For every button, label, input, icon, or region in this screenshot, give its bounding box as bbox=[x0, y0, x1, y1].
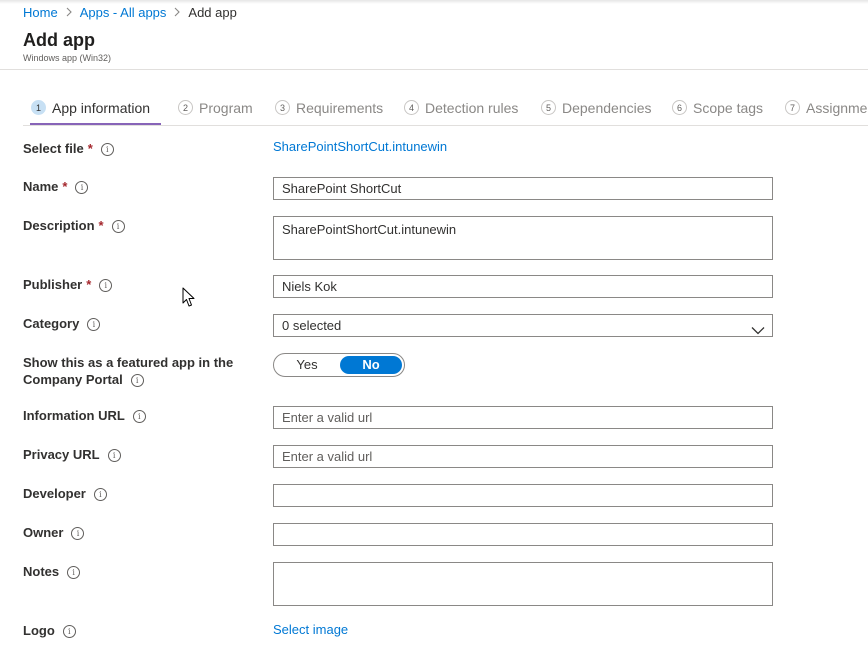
info-icon[interactable]: i bbox=[107, 449, 121, 462]
owner-label: Owner i bbox=[23, 524, 85, 541]
step-number: 6 bbox=[672, 100, 687, 115]
publisher-input[interactable]: Niels Kok bbox=[273, 275, 773, 298]
tab-requirements[interactable]: 3 Requirements bbox=[275, 96, 383, 123]
privacy-url-input[interactable]: Enter a valid url bbox=[273, 445, 773, 468]
name-input[interactable]: SharePoint ShortCut bbox=[273, 177, 773, 200]
required-marker: * bbox=[98, 218, 104, 233]
category-dropdown[interactable]: 0 selected bbox=[273, 314, 773, 337]
category-label: Category i bbox=[23, 315, 101, 332]
toggle-no-option[interactable]: No bbox=[340, 356, 402, 374]
header-divider bbox=[0, 69, 868, 70]
developer-label: Developer i bbox=[23, 485, 107, 502]
info-icon[interactable]: i bbox=[62, 625, 76, 638]
tab-detection-rules[interactable]: 4 Detection rules bbox=[404, 96, 518, 123]
step-number: 4 bbox=[404, 100, 419, 115]
step-number: 1 bbox=[31, 100, 46, 115]
featured-label: Show this as a featured app in the Compa… bbox=[23, 355, 234, 387]
step-number: 2 bbox=[178, 100, 193, 115]
info-icon[interactable]: i bbox=[130, 374, 144, 387]
tab-label: Detection rules bbox=[425, 100, 519, 116]
tab-assignments[interactable]: 7 Assignments bbox=[785, 96, 868, 123]
info-icon[interactable]: i bbox=[67, 566, 81, 579]
tab-dependencies[interactable]: 5 Dependencies bbox=[541, 96, 652, 123]
breadcrumb: Home Apps - All apps Add app bbox=[23, 4, 237, 20]
description-label: Description * i bbox=[23, 217, 125, 234]
notes-input[interactable] bbox=[273, 562, 773, 606]
required-marker: * bbox=[87, 141, 93, 156]
tab-label: App information bbox=[52, 100, 151, 116]
chevron-right-icon bbox=[174, 7, 181, 17]
step-number: 5 bbox=[541, 100, 556, 115]
toggle-yes-option[interactable]: Yes bbox=[276, 356, 338, 374]
chevron-right-icon bbox=[66, 7, 72, 17]
info-icon[interactable]: i bbox=[87, 318, 101, 331]
developer-input[interactable] bbox=[273, 484, 773, 507]
page-subtitle: Windows app (Win32) bbox=[23, 53, 112, 63]
info-icon[interactable]: i bbox=[75, 181, 89, 194]
page-title: Add app bbox=[23, 30, 95, 50]
info-icon[interactable]: i bbox=[93, 488, 107, 501]
tab-label: Program bbox=[199, 100, 253, 116]
breadcrumb-home[interactable]: Home bbox=[23, 5, 58, 20]
information-url-label: Information URL i bbox=[23, 407, 146, 424]
tab-scope-tags[interactable]: 6 Scope tags bbox=[672, 96, 763, 123]
step-number: 7 bbox=[785, 100, 800, 115]
select-file-label: Select file * i bbox=[23, 140, 114, 157]
description-input[interactable]: SharePointShortCut.intunewin bbox=[273, 216, 773, 260]
publisher-label: Publisher * i bbox=[23, 276, 113, 293]
info-icon[interactable]: i bbox=[71, 527, 85, 540]
tab-label: Requirements bbox=[296, 100, 384, 116]
tab-label: Dependencies bbox=[562, 100, 652, 116]
selected-file-link[interactable]: SharePointShortCut.intunewin bbox=[273, 139, 447, 154]
chevron-down-icon bbox=[751, 320, 765, 341]
owner-input[interactable] bbox=[273, 523, 773, 546]
select-image-link[interactable]: Select image bbox=[273, 622, 348, 637]
notes-label: Notes i bbox=[23, 563, 81, 580]
required-marker: * bbox=[86, 277, 92, 292]
info-icon[interactable]: i bbox=[99, 279, 113, 292]
tab-program[interactable]: 2 Program bbox=[178, 96, 253, 123]
tab-app-information[interactable]: 1 App information bbox=[29, 96, 162, 125]
information-url-input[interactable]: Enter a valid url bbox=[273, 406, 773, 429]
category-value: 0 selected bbox=[282, 318, 342, 333]
logo-label: Logo i bbox=[23, 622, 76, 639]
tab-label: Assignments bbox=[806, 100, 868, 116]
name-label: Name * i bbox=[23, 178, 89, 195]
breadcrumb-apps[interactable]: Apps - All apps bbox=[80, 5, 167, 20]
featured-toggle[interactable]: Yes No bbox=[273, 353, 405, 377]
info-icon[interactable]: i bbox=[111, 220, 125, 233]
privacy-url-label: Privacy URL i bbox=[23, 446, 121, 463]
info-icon[interactable]: i bbox=[132, 410, 146, 423]
wizard-tabs: 1 App information 2 Program 3 Requiremen… bbox=[23, 96, 868, 126]
required-marker: * bbox=[62, 179, 68, 194]
step-number: 3 bbox=[275, 100, 290, 115]
breadcrumb-current: Add app bbox=[188, 4, 237, 20]
info-icon[interactable]: i bbox=[100, 143, 114, 156]
tab-label: Scope tags bbox=[693, 100, 764, 116]
mouse-cursor-icon bbox=[182, 287, 195, 311]
